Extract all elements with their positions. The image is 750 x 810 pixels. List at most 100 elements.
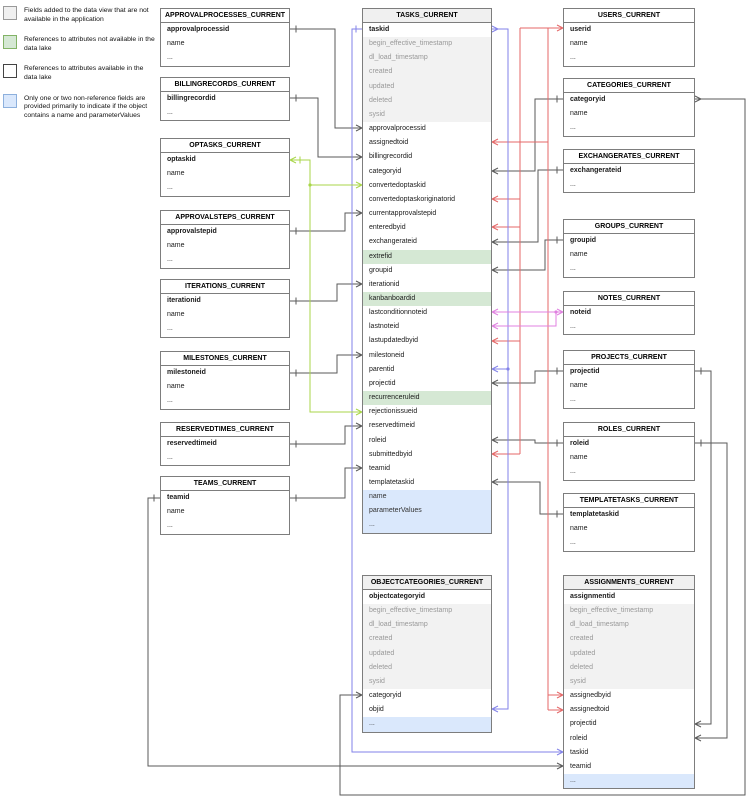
- field-reservedtimes-ellipsis[interactable]: ...: [161, 451, 289, 465]
- field-assignments-updated[interactable]: updated: [564, 646, 694, 661]
- field-assignments-taskid[interactable]: taskid: [564, 746, 694, 760]
- table-title[interactable]: NOTES_CURRENT: [564, 292, 694, 306]
- field-tasks-approvalprocessid[interactable]: approvalprocessid: [363, 122, 491, 136]
- table-tasks[interactable]: TASKS_CURRENT taskid begin_effective_times…: [362, 8, 492, 535]
- field-approvalprocesses-ellipsis[interactable]: ...: [161, 51, 289, 65]
- field-optasks-optaskid[interactable]: optaskid: [161, 153, 289, 167]
- field-groups-ellipsis[interactable]: ...: [564, 262, 694, 276]
- field-exchangerates-ellipsis[interactable]: ...: [564, 178, 694, 192]
- table-title[interactable]: TASKS_CURRENT: [363, 9, 491, 23]
- table-title[interactable]: MILESTONES_CURRENT: [161, 352, 289, 366]
- field-assignments-assignmentid[interactable]: assignmentid: [564, 590, 694, 604]
- field-tasks-milestoneid[interactable]: milestoneid: [363, 349, 491, 363]
- field-tasks-taskid[interactable]: taskid: [363, 23, 491, 37]
- table-title[interactable]: APPROVALSTEPS_CURRENT: [161, 211, 289, 225]
- field-users-name[interactable]: name: [564, 37, 694, 51]
- table-title[interactable]: ASSIGNMENTS_CURRENT: [564, 576, 694, 590]
- field-tasks-dl_load_timestamp[interactable]: dl_load_timestamp: [363, 51, 491, 66]
- field-groups-groupid[interactable]: groupid: [564, 234, 694, 248]
- field-projects-ellipsis[interactable]: ...: [564, 393, 694, 407]
- table-assignments[interactable]: ASSIGNMENTS_CURRENT assignmentid begin_eff…: [563, 575, 695, 790]
- field-objectcategories-created[interactable]: created: [363, 632, 491, 647]
- field-tasks-extrefid[interactable]: extrefid: [363, 249, 491, 264]
- field-roles-roleid[interactable]: roleid: [564, 437, 694, 451]
- field-billingrecords-billingrecordid[interactable]: billingrecordid: [161, 92, 289, 106]
- table-title[interactable]: RESERVEDTIMES_CURRENT: [161, 423, 289, 437]
- field-reservedtimes-reservedtimeid[interactable]: reservedtimeid: [161, 437, 289, 451]
- field-tasks-groupid[interactable]: groupid: [363, 264, 491, 278]
- field-users-userid[interactable]: userid: [564, 23, 694, 37]
- field-teams-name[interactable]: name: [161, 505, 289, 519]
- table-roles[interactable]: ROLES_CURRENT roleid name...: [563, 422, 695, 481]
- table-approvalprocesses[interactable]: APPROVALPROCESSES_CURRENT approvalprocess…: [160, 8, 290, 67]
- field-roles-name[interactable]: name: [564, 451, 694, 465]
- table-title[interactable]: USERS_CURRENT: [564, 9, 694, 23]
- table-approvalsteps[interactable]: APPROVALSTEPS_CURRENT approvalstepid name.…: [160, 210, 290, 269]
- field-tasks-rejectionissueid[interactable]: rejectionissueid: [363, 405, 491, 419]
- field-tasks-billingrecordid[interactable]: billingrecordid: [363, 150, 491, 164]
- field-objectcategories-sysid[interactable]: sysid: [363, 674, 491, 690]
- field-tasks-deleted[interactable]: deleted: [363, 93, 491, 108]
- table-title[interactable]: OPTASKS_CURRENT: [161, 139, 289, 153]
- field-tasks-parameterValues[interactable]: parameterValues: [363, 504, 491, 519]
- field-assignments-sysid[interactable]: sysid: [564, 674, 694, 690]
- field-tasks-lastnoteid[interactable]: lastnoteid: [363, 320, 491, 334]
- field-approvalprocesses-name[interactable]: name: [161, 37, 289, 51]
- field-assignments-teamid[interactable]: teamid: [564, 760, 694, 774]
- field-tasks-exchangerateid[interactable]: exchangerateid: [363, 235, 491, 249]
- field-optasks-name[interactable]: name: [161, 167, 289, 181]
- field-assignments-begin_effective_timestamp[interactable]: begin_effective_timestamp: [564, 604, 694, 619]
- field-groups-name[interactable]: name: [564, 248, 694, 262]
- field-milestones-milestoneid[interactable]: milestoneid: [161, 366, 289, 380]
- field-assignments-projectid[interactable]: projectid: [564, 717, 694, 731]
- field-templatetasks-ellipsis[interactable]: ...: [564, 536, 694, 550]
- field-categories-ellipsis[interactable]: ...: [564, 121, 694, 135]
- field-tasks-currentapprovalstepid[interactable]: currentapprovalstepid: [363, 207, 491, 221]
- table-title[interactable]: TEMPLATETASKS_CURRENT: [564, 494, 694, 508]
- field-roles-ellipsis[interactable]: ...: [564, 465, 694, 479]
- field-objectcategories-updated[interactable]: updated: [363, 646, 491, 661]
- table-templatetasks[interactable]: TEMPLATETASKS_CURRENT templatetaskid name.…: [563, 493, 695, 552]
- table-notes[interactable]: NOTES_CURRENT noteid...: [563, 291, 695, 336]
- field-notes-noteid[interactable]: noteid: [564, 306, 694, 320]
- field-teams-ellipsis[interactable]: ...: [161, 519, 289, 533]
- field-tasks-reservedtimeid[interactable]: reservedtimeid: [363, 419, 491, 433]
- table-categories[interactable]: CATEGORIES_CURRENT categoryid name...: [563, 78, 695, 137]
- field-tasks-lastupdatedbyid[interactable]: lastupdatedbyid: [363, 334, 491, 348]
- field-objectcategories-ellipsis[interactable]: ...: [363, 717, 491, 732]
- table-objectcategories[interactable]: OBJECTCATEGORIES_CURRENT objectcategoryid…: [362, 575, 492, 733]
- field-notes-ellipsis[interactable]: ...: [564, 320, 694, 334]
- field-tasks-teamid[interactable]: teamid: [363, 462, 491, 476]
- table-title[interactable]: ITERATIONS_CURRENT: [161, 280, 289, 294]
- field-tasks-begin_effective_timestamp[interactable]: begin_effective_timestamp: [363, 37, 491, 52]
- field-tasks-kanbanboardid[interactable]: kanbanboardid: [363, 291, 491, 307]
- field-projects-name[interactable]: name: [564, 379, 694, 393]
- field-assignments-deleted[interactable]: deleted: [564, 660, 694, 675]
- table-iterations[interactable]: ITERATIONS_CURRENT iterationid name...: [160, 279, 290, 338]
- field-tasks-projectid[interactable]: projectid: [363, 377, 491, 391]
- field-teams-teamid[interactable]: teamid: [161, 491, 289, 505]
- field-tasks-categoryid[interactable]: categoryid: [363, 165, 491, 179]
- field-milestones-name[interactable]: name: [161, 380, 289, 394]
- field-objectcategories-objectcategoryid[interactable]: objectcategoryid: [363, 590, 491, 604]
- field-tasks-sysid[interactable]: sysid: [363, 107, 491, 123]
- field-tasks-templatetaskid[interactable]: templatetaskid: [363, 476, 491, 490]
- field-tasks-iterationid[interactable]: iterationid: [363, 278, 491, 292]
- field-tasks-enteredbyid[interactable]: enteredbyid: [363, 221, 491, 235]
- field-assignments-assignedtoid[interactable]: assignedtoid: [564, 703, 694, 717]
- field-approvalprocesses-approvalprocessid[interactable]: approvalprocessid: [161, 23, 289, 37]
- table-title[interactable]: OBJECTCATEGORIES_CURRENT: [363, 576, 491, 590]
- field-iterations-iterationid[interactable]: iterationid: [161, 294, 289, 308]
- field-tasks-name[interactable]: name: [363, 490, 491, 505]
- field-tasks-ellipsis[interactable]: ...: [363, 518, 491, 533]
- field-categories-name[interactable]: name: [564, 107, 694, 121]
- field-iterations-name[interactable]: name: [161, 308, 289, 322]
- field-objectcategories-dl_load_timestamp[interactable]: dl_load_timestamp: [363, 618, 491, 633]
- table-title[interactable]: APPROVALPROCESSES_CURRENT: [161, 9, 289, 23]
- field-assignments-assignedbyid[interactable]: assignedbyid: [564, 689, 694, 703]
- field-assignments-ellipsis[interactable]: ...: [564, 774, 694, 789]
- field-exchangerates-exchangerateid[interactable]: exchangerateid: [564, 164, 694, 178]
- field-users-ellipsis[interactable]: ...: [564, 51, 694, 65]
- table-groups[interactable]: GROUPS_CURRENT groupid name...: [563, 219, 695, 278]
- table-users[interactable]: USERS_CURRENT userid name...: [563, 8, 695, 67]
